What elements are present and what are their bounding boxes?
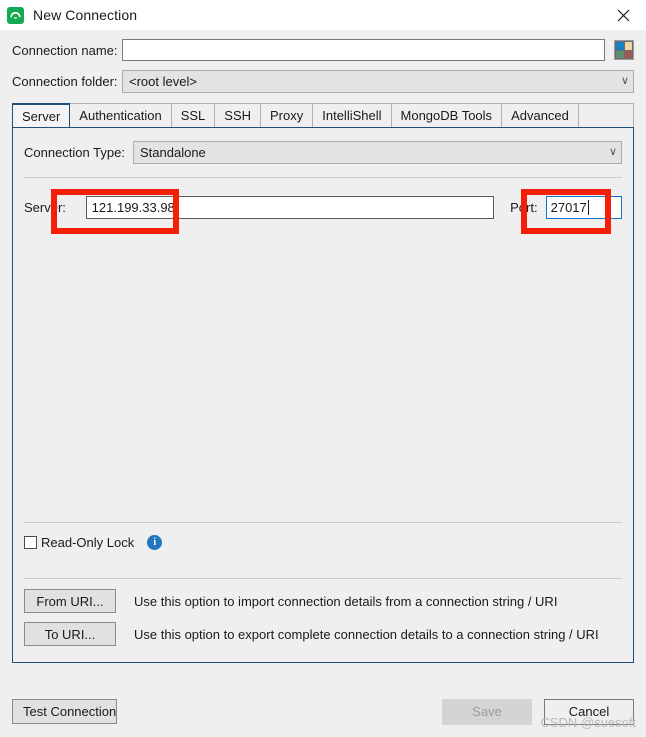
- connection-type-label: Connection Type:: [24, 145, 125, 160]
- connection-name-input[interactable]: [122, 39, 605, 61]
- to-uri-button[interactable]: To URI...: [24, 622, 116, 646]
- from-uri-row: From URI... Use this option to import co…: [24, 589, 622, 613]
- text-caret: [587, 200, 589, 215]
- watermark: CSDN @suesoft: [540, 715, 636, 730]
- tab-strip-filler: [577, 103, 634, 127]
- read-only-lock-checkbox[interactable]: [24, 536, 37, 549]
- server-port-row: Server: Port: 27017: [24, 196, 622, 219]
- divider-readonly: [24, 522, 622, 523]
- read-only-lock-row: Read-Only Lock i: [24, 535, 163, 550]
- save-button[interactable]: Save: [442, 698, 532, 725]
- connection-folder-select[interactable]: <root level> ∨: [122, 70, 634, 93]
- port-input[interactable]: 27017: [545, 196, 622, 219]
- tab-server[interactable]: Server: [12, 103, 71, 127]
- to-uri-description: Use this option to export complete conne…: [134, 626, 599, 642]
- server-tab-panel: Connection Type: Standalone ∨ Server: Po…: [12, 127, 634, 663]
- to-uri-row: To URI... Use this option to export comp…: [24, 622, 622, 646]
- chevron-down-icon: ∨: [608, 146, 617, 158]
- mongodb-leaf-icon: [7, 6, 24, 24]
- swatch-color-2: [624, 42, 632, 50]
- server-tab-content: Connection Type: Standalone ∨ Server: Po…: [13, 128, 633, 219]
- from-uri-description: Use this option to import connection det…: [134, 593, 558, 609]
- swatch-color-1: [616, 42, 624, 50]
- read-only-lock-label: Read-Only Lock: [41, 535, 135, 550]
- tab-advanced[interactable]: Advanced: [501, 103, 579, 127]
- connection-folder-label: Connection folder:: [12, 74, 118, 89]
- close-icon[interactable]: [601, 0, 646, 30]
- connection-header-form: Connection name: Connection folder: <roo…: [0, 30, 646, 100]
- port-label: Port:: [510, 200, 538, 215]
- connection-name-label: Connection name:: [12, 42, 118, 58]
- tab-intellishell[interactable]: IntelliShell: [312, 103, 392, 127]
- swatch-color-3: [616, 50, 624, 58]
- info-icon[interactable]: i: [147, 535, 163, 550]
- swatch-color-4: [624, 50, 632, 58]
- tab-ssl[interactable]: SSL: [170, 103, 216, 127]
- title-bar: New Connection: [0, 0, 646, 30]
- uri-actions-block: From URI... Use this option to import co…: [24, 589, 622, 655]
- color-swatch-button[interactable]: [614, 40, 634, 60]
- server-host-input[interactable]: [85, 196, 495, 219]
- connection-type-value: Standalone: [140, 145, 206, 160]
- tab-strip: Server Authentication SSL SSH Proxy Inte…: [12, 102, 634, 127]
- window-title: New Connection: [33, 7, 138, 23]
- connection-name-row: Connection name:: [12, 39, 634, 61]
- connection-type-select[interactable]: Standalone ∨: [133, 141, 622, 164]
- port-input-value: 27017: [550, 200, 587, 215]
- tab-authentication[interactable]: Authentication: [69, 103, 172, 127]
- connection-folder-row: Connection folder: <root level> ∨: [12, 70, 634, 93]
- connection-type-row: Connection Type: Standalone ∨: [24, 141, 622, 164]
- from-uri-button[interactable]: From URI...: [24, 589, 116, 613]
- connection-folder-value: <root level>: [129, 74, 197, 89]
- divider-uri: [24, 578, 622, 579]
- tab-ssh[interactable]: SSH: [214, 103, 262, 127]
- server-label: Server:: [24, 200, 66, 215]
- test-connection-button[interactable]: Test Connection: [12, 699, 117, 724]
- tab-mongodb-tools[interactable]: MongoDB Tools: [390, 103, 503, 127]
- tab-proxy[interactable]: Proxy: [260, 103, 314, 127]
- chevron-down-icon: ∨: [620, 75, 629, 87]
- divider-top: [24, 177, 622, 179]
